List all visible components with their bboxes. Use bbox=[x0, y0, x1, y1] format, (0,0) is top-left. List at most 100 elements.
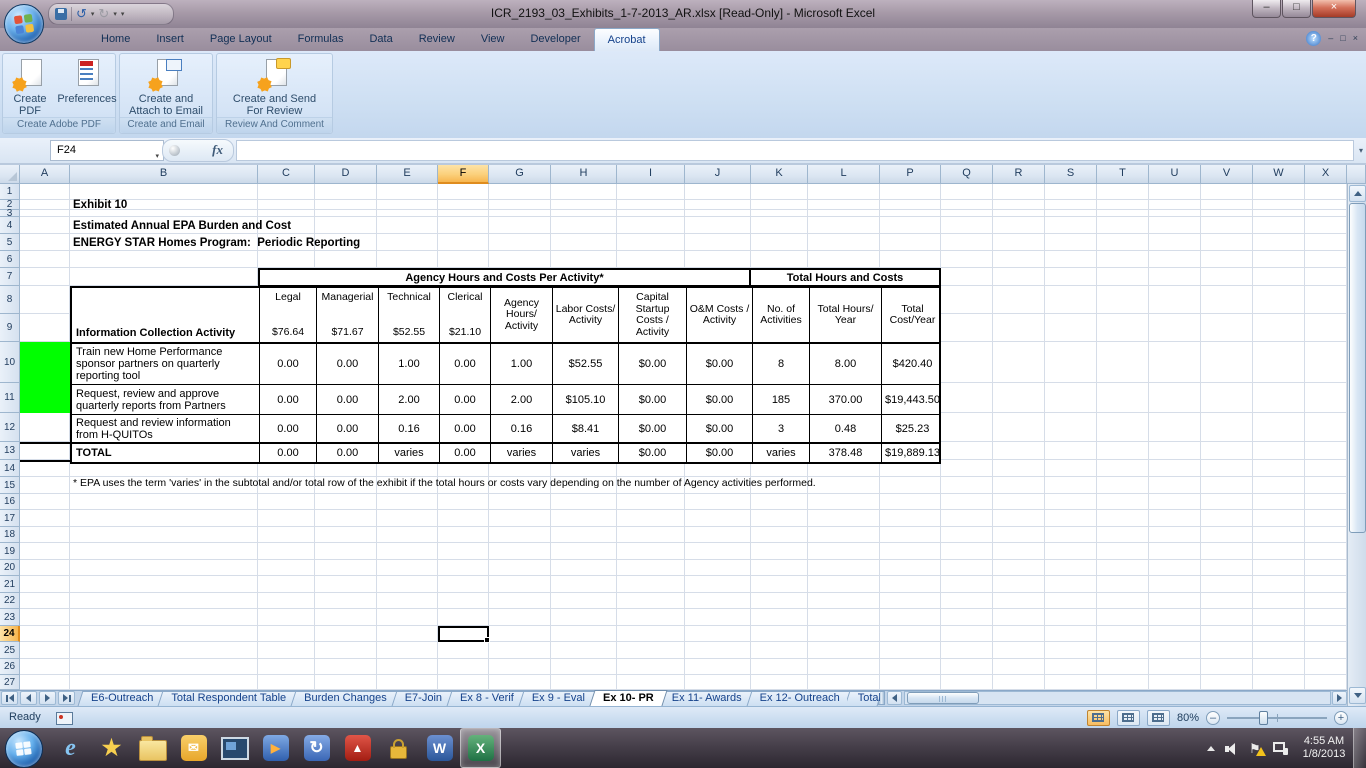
value-cell[interactable]: 1.00 bbox=[491, 344, 553, 384]
sheet-tab-total[interactable]: Total bbox=[847, 691, 880, 706]
taskbar-icon-outlook[interactable]: ✉ bbox=[173, 728, 214, 768]
create-attach-email-button[interactable]: Create and Attach to Email bbox=[121, 57, 211, 117]
insert-function-button[interactable]: fx bbox=[162, 139, 234, 162]
redo-icon[interactable]: ↻ bbox=[98, 7, 109, 20]
value-cell[interactable]: $0.00 bbox=[687, 344, 753, 384]
horizontal-scrollbar[interactable] bbox=[903, 691, 1331, 705]
total-label-cell[interactable]: TOTAL bbox=[72, 444, 260, 462]
header-information-collection-activity[interactable]: Information Collection Activity bbox=[72, 288, 260, 342]
column-header-V[interactable]: V bbox=[1201, 165, 1253, 184]
value-cell[interactable]: 0.00 bbox=[260, 415, 317, 442]
row-header-24[interactable]: 24 bbox=[0, 626, 20, 642]
start-button[interactable] bbox=[5, 730, 43, 768]
taskbar-icon-favorites-star[interactable]: ★ bbox=[91, 728, 132, 768]
first-sheet-icon[interactable] bbox=[1, 691, 18, 705]
total-value-cell[interactable]: varies bbox=[553, 444, 619, 462]
value-cell[interactable]: 8.00 bbox=[810, 344, 882, 384]
macro-record-icon[interactable] bbox=[56, 712, 73, 725]
row-header-7[interactable]: 7 bbox=[0, 268, 20, 286]
value-cell[interactable]: 2.00 bbox=[379, 385, 440, 414]
row-header-6[interactable]: 6 bbox=[0, 251, 20, 268]
active-cell-F24[interactable] bbox=[438, 626, 490, 643]
maximize-button[interactable]: □ bbox=[1282, 0, 1311, 18]
create-pdf-button[interactable]: Create PDF bbox=[3, 57, 57, 117]
row-header-18[interactable]: 18 bbox=[0, 527, 20, 543]
scroll-up-icon[interactable] bbox=[1349, 185, 1366, 202]
zoom-in-icon[interactable]: + bbox=[1334, 710, 1348, 725]
close-button[interactable]: × bbox=[1312, 0, 1356, 18]
show-desktop-button[interactable] bbox=[1353, 728, 1366, 768]
column-header-W[interactable]: W bbox=[1253, 165, 1305, 184]
zoom-slider[interactable] bbox=[1227, 710, 1327, 725]
row-header-12[interactable]: 12 bbox=[0, 413, 20, 442]
column-header-H[interactable]: H bbox=[551, 165, 617, 184]
group-label[interactable]: Create and Email bbox=[120, 117, 212, 133]
table-column-header[interactable]: Technical $52.55 bbox=[379, 288, 440, 342]
sheet-tab-ex-9-eval[interactable]: Ex 9 - Eval bbox=[521, 691, 596, 706]
value-cell[interactable]: 185 bbox=[753, 385, 810, 414]
taskbar-icon-adobe-reader[interactable]: ▲ bbox=[337, 728, 378, 768]
table-column-header[interactable]: Clerical $21.10 bbox=[440, 288, 491, 342]
row-header-15[interactable]: 15 bbox=[0, 477, 20, 494]
sheet-tab-ex-12-outreach[interactable]: Ex 12- Outreach bbox=[749, 691, 851, 706]
table-column-header[interactable]: No. of Activities bbox=[753, 288, 810, 342]
row-header-19[interactable]: 19 bbox=[0, 543, 20, 560]
ribbon-tab-acrobat[interactable]: Acrobat bbox=[593, 28, 660, 51]
row-header-14[interactable]: 14 bbox=[0, 460, 20, 477]
value-cell[interactable]: $105.10 bbox=[553, 385, 619, 414]
ribbon-tab-view[interactable]: View bbox=[468, 28, 518, 51]
scroll-down-icon[interactable] bbox=[1349, 687, 1366, 704]
green-highlight-cell[interactable] bbox=[20, 342, 70, 413]
value-cell[interactable]: 0.48 bbox=[810, 415, 882, 442]
activity-cell[interactable]: Request and review information from H-QU… bbox=[72, 415, 260, 442]
column-header-X[interactable]: X bbox=[1305, 165, 1347, 184]
sheet-tab-total-respondent-table[interactable]: Total Respondent Table bbox=[160, 691, 297, 706]
undo-dropdown-icon[interactable]: ▾ bbox=[91, 10, 95, 18]
sheet-tab-burden-changes[interactable]: Burden Changes bbox=[293, 691, 398, 706]
activity-cell[interactable]: Train new Home Performance sponsor partn… bbox=[72, 344, 260, 384]
table-column-header[interactable]: Managerial $71.67 bbox=[317, 288, 379, 342]
column-header-D[interactable]: D bbox=[315, 165, 377, 184]
sheet-tab-e7-join[interactable]: E7-Join bbox=[394, 691, 453, 706]
taskbar-icon-windows-explorer[interactable] bbox=[132, 728, 173, 768]
workbook-restore-icon[interactable]: □ bbox=[1340, 31, 1345, 46]
office-button[interactable] bbox=[4, 4, 44, 44]
ribbon-tab-home[interactable]: Home bbox=[88, 28, 143, 51]
taskbar-icon-media-player[interactable]: ▶ bbox=[255, 728, 296, 768]
redo-dropdown-icon[interactable]: ▾ bbox=[113, 10, 117, 18]
column-header-F[interactable]: F bbox=[438, 165, 489, 184]
row-header-11[interactable]: 11 bbox=[0, 383, 20, 413]
value-cell[interactable]: $25.23 bbox=[882, 415, 943, 442]
table-column-header[interactable]: Legal $76.64 bbox=[260, 288, 317, 342]
column-header-S[interactable]: S bbox=[1045, 165, 1097, 184]
action-center-flag-icon[interactable]: ⚑ bbox=[1249, 741, 1266, 756]
taskbar-icon-internet-explorer[interactable]: e bbox=[50, 728, 91, 768]
band-agency-hours[interactable]: Agency Hours and Costs Per Activity* bbox=[260, 270, 751, 285]
band-total-hours[interactable]: Total Hours and Costs bbox=[751, 270, 939, 285]
zoom-slider-thumb[interactable] bbox=[1259, 710, 1268, 725]
hscroll-left-icon[interactable] bbox=[886, 691, 902, 705]
name-box-dropdown-icon[interactable]: ▾ bbox=[155, 147, 159, 166]
row-header-13[interactable]: 13 bbox=[0, 442, 20, 460]
column-header-P[interactable]: P bbox=[880, 165, 941, 184]
value-cell[interactable]: $19,443.50 bbox=[882, 385, 943, 414]
row-header-20[interactable]: 20 bbox=[0, 560, 20, 576]
total-value-cell[interactable]: 0.00 bbox=[440, 444, 491, 462]
table-column-header[interactable]: Capital Startup Costs / Activity bbox=[619, 288, 687, 342]
ribbon-tab-developer[interactable]: Developer bbox=[517, 28, 593, 51]
workbook-minimize-icon[interactable]: – bbox=[1328, 31, 1333, 46]
row-header-8[interactable]: 8 bbox=[0, 286, 20, 314]
total-value-cell[interactable]: varies bbox=[491, 444, 553, 462]
column-header-A[interactable]: A bbox=[20, 165, 70, 184]
minimize-button[interactable]: – bbox=[1252, 0, 1281, 18]
sheet-tab-ex-10-pr[interactable]: Ex 10- PR bbox=[592, 690, 665, 706]
column-header-I[interactable]: I bbox=[617, 165, 685, 184]
value-cell[interactable]: $0.00 bbox=[619, 415, 687, 442]
undo-icon[interactable]: ↺ bbox=[76, 7, 87, 20]
value-cell[interactable]: 0.00 bbox=[260, 344, 317, 384]
column-header-C[interactable]: C bbox=[258, 165, 315, 184]
total-value-cell[interactable]: 378.48 bbox=[810, 444, 882, 462]
table-column-header[interactable]: Total Hours/ Year bbox=[810, 288, 882, 342]
taskbar-icon-excel[interactable]: X bbox=[460, 728, 501, 768]
help-icon[interactable]: ? bbox=[1306, 31, 1322, 46]
